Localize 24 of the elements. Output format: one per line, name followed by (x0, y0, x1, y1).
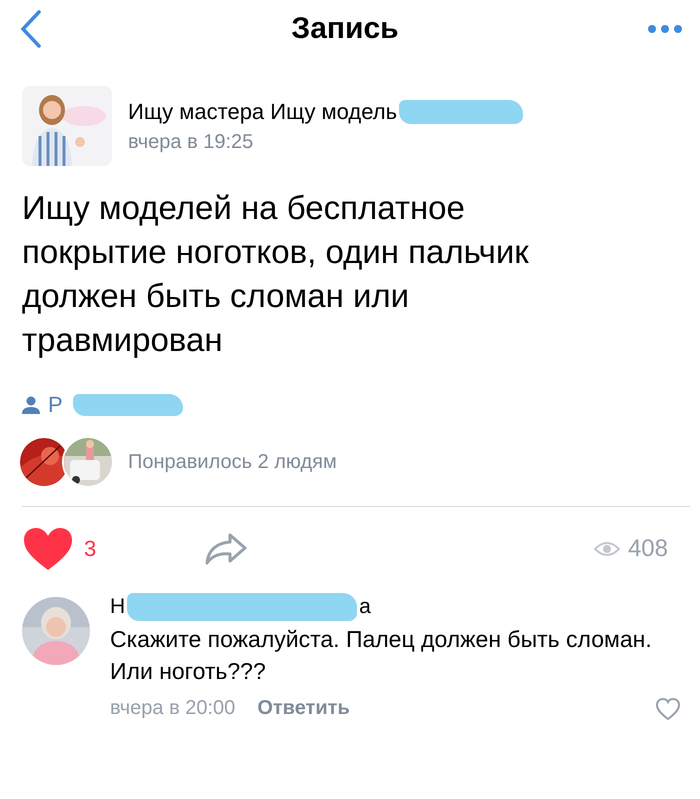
view-count: 408 (628, 535, 668, 563)
more-button[interactable] (648, 25, 682, 33)
heart-icon (22, 526, 74, 572)
reply-link[interactable]: Ответить (257, 697, 350, 720)
more-icon (648, 25, 682, 33)
comment-text: Скажите пожалуйста. Палец должен быть сломан. Или ноготь??? (110, 625, 653, 686)
likes-summary[interactable]: Понравилось 2 людям (128, 450, 337, 474)
back-button[interactable] (20, 10, 42, 48)
share-button[interactable] (204, 532, 248, 566)
post-time: вчера в 19:25 (128, 130, 254, 154)
like-button[interactable]: 3 (22, 526, 96, 572)
eye-icon (594, 541, 620, 557)
heart-icon (656, 698, 680, 720)
commenter-name[interactable]: Н (110, 595, 126, 619)
comment-time: вчера в 20:00 (110, 697, 236, 720)
back-icon (20, 10, 42, 48)
page-title: Запись (291, 12, 399, 46)
commenter-name[interactable]: а (359, 595, 371, 619)
source-name[interactable]: Р (48, 392, 63, 418)
author-name[interactable]: Ищу мастера Ищу модель (128, 98, 398, 124)
person-icon (22, 396, 40, 414)
comment-like-button[interactable] (656, 698, 680, 720)
post-text: Ищу моделей на бесплатное покрытие ноготков, один пальчик должен быть сломан или травмирован (22, 188, 530, 360)
share-icon (204, 532, 248, 566)
